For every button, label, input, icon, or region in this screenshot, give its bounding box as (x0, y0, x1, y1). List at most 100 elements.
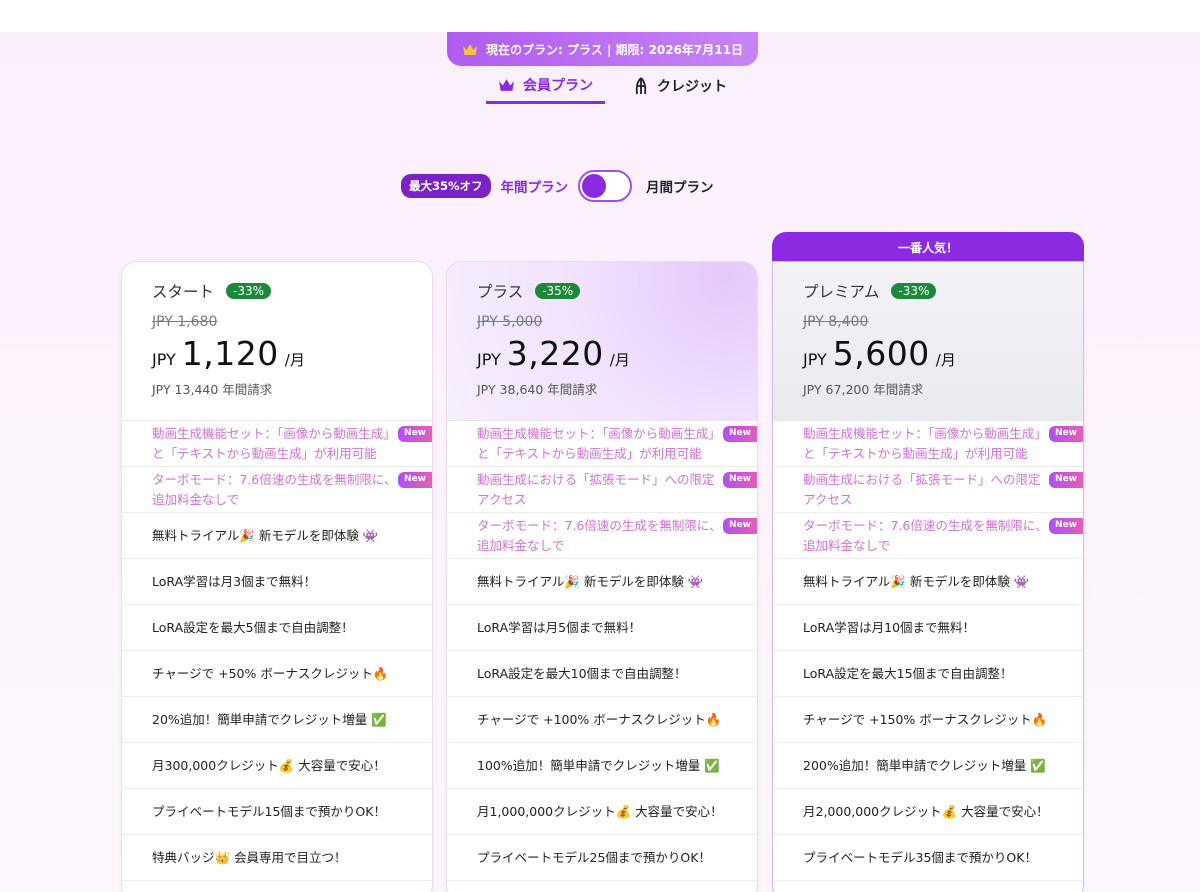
annual-billing: JPY 38,640 年間請求 (477, 382, 598, 397)
current-plan-banner: 現在のプラン: プラス | 期限: 2026年7月11日 (447, 32, 758, 66)
feature-text: 特典バッジ👑 会員専用で目立つ！ (152, 849, 347, 865)
yearly-plan-label[interactable]: 年間プラン (501, 176, 569, 196)
feature-item: ターボモード：7.6倍速の生成を無制限に、追加料金なしで New (122, 467, 432, 513)
feature-item: 動画生成における「拡張モード」への限定アクセス New (447, 467, 757, 513)
feature-text: LoRA学習は月10個まで無料！ (803, 619, 976, 635)
feature-text: ターボモード：7.6倍速の生成を無制限に、追加料金なしで (803, 518, 1048, 553)
feature-item: チャージで +100% ボーナスクレジット🔥 (447, 697, 757, 743)
new-badge: New (398, 472, 432, 488)
feature-text: 月1,000,000クレジット💰 大容量で安心！ (477, 803, 723, 819)
billing-period-switch[interactable] (578, 170, 633, 202)
price-amount: 5,600 (832, 334, 930, 373)
feature-item: LoRA学習は月3個まで無料！ (122, 559, 432, 605)
feature-item: LoRA設定を最大5個まで自由調整！ (122, 605, 432, 651)
monthly-plan-label[interactable]: 月間プラン (646, 176, 714, 196)
plan-card-start: スタート -33% JPY 1,680 JPY 1,120 /月 JPY 13,… (121, 261, 433, 892)
feature-item: 無料トライアル🎉 新モデルを即体験 👾 (773, 559, 1083, 605)
feature-item: 動画生成機能セット：「画像から動画生成」と「テキストから動画生成」が利用可能 N… (122, 421, 432, 467)
feature-text: プライベートモデル15個まで預かりOK！ (152, 803, 386, 819)
feature-item: プライベートモデル15個まで預かりOK！ (122, 789, 432, 835)
popular-badge: 一番人気！ (772, 232, 1084, 262)
annual-billing: JPY 67,200 年間請求 (803, 382, 924, 397)
tab-membership-label: 会員プラン (523, 77, 593, 94)
price-amount: 3,220 (506, 334, 604, 373)
discount-badge: -33% (226, 283, 272, 299)
feature-text: 動画生成における「拡張モード」への限定アクセス (803, 472, 1041, 507)
annual-billing: JPY 13,440 年間請求 (152, 382, 273, 397)
new-badge: New (723, 518, 757, 534)
price-row: JPY 1,120 /月 (152, 334, 402, 373)
feature-text: LoRA設定を最大5個まで自由調整！ (152, 619, 354, 635)
tab-credits[interactable]: クレジット (621, 68, 739, 104)
plan-card-plus: プラス -35% JPY 5,000 JPY 3,220 /月 JPY 38,6… (446, 261, 758, 892)
plan-card-premium: プレミアム -33% JPY 8,400 JPY 5,600 /月 JPY 67… (772, 261, 1084, 892)
feature-text: 動画生成機能セット：「画像から動画生成」と「テキストから動画生成」が利用可能 (477, 426, 721, 461)
tab-credits-label: クレジット (657, 79, 727, 95)
credits-icon (635, 77, 647, 95)
feature-text: 20%追加！簡単申請でクレジット増量 ✅ (152, 711, 387, 727)
currency: JPY (803, 350, 827, 369)
feature-text: 月300,000クレジット💰 大容量で安心！ (152, 757, 386, 773)
feature-text: 動画生成機能セット：「画像から動画生成」と「テキストから動画生成」が利用可能 (803, 426, 1047, 461)
feature-item: 20%追加！簡単申請でクレジット増量 ✅ (122, 697, 432, 743)
original-price: JPY 1,680 (152, 314, 218, 330)
price-row: JPY 3,220 /月 (477, 334, 727, 373)
feature-text: LoRA設定を最大10個まで自由調整！ (477, 665, 687, 681)
new-badge: New (398, 426, 432, 442)
feature-item: 200%追加！簡単申請でクレジット増量 ✅ (773, 743, 1083, 789)
feature-text: ターボモード：7.6倍速の生成を無制限に、追加料金なしで (152, 472, 397, 507)
new-badge: New (1049, 518, 1083, 534)
discount-badge: 最大35%オフ (401, 174, 491, 198)
feature-text: 動画生成機能セット：「画像から動画生成」と「テキストから動画生成」が利用可能 (152, 426, 396, 461)
crown-icon (499, 78, 514, 91)
new-badge: New (723, 472, 757, 488)
price-row: JPY 5,600 /月 (803, 334, 1053, 373)
feature-item: チャージで +150% ボーナスクレジット🔥 (773, 697, 1083, 743)
feature-item: 無料トライアル🎉 新モデルを即体験 👾 (122, 513, 432, 559)
feature-item: 月300,000クレジット💰 大容量で安心！ (122, 743, 432, 789)
feature-item: 動画生成機能セット：「画像から動画生成」と「テキストから動画生成」が利用可能 N… (447, 421, 757, 467)
plan-tabs: 会員プラン クレジット (486, 68, 739, 104)
current-plan-text: 現在のプラン: プラス | 期限: 2026年7月11日 (486, 42, 743, 57)
feature-text: ターボモード：7.6倍速の生成を無制限に、追加料金なしで (477, 518, 722, 553)
feature-item: プライベートモデル35個まで預かりOK！ (773, 835, 1083, 881)
feature-item: 月1,000,000クレジット💰 大容量で安心！ (447, 789, 757, 835)
plan-header: プラス -35% JPY 5,000 JPY 3,220 /月 JPY 38,6… (447, 262, 757, 421)
feature-item: 無料トライアル🎉 新モデルを即体験 👾 (447, 559, 757, 605)
plan-header: プレミアム -33% JPY 8,400 JPY 5,600 /月 JPY 67… (773, 262, 1083, 421)
price-period: /月 (284, 351, 305, 369)
currency: JPY (152, 350, 176, 369)
new-badge: New (723, 426, 757, 442)
feature-item: ターボモード：7.6倍速の生成を無制限に、追加料金なしで New (447, 513, 757, 559)
feature-item: LoRA設定を最大10個まで自由調整！ (447, 651, 757, 697)
feature-item: チャージで +50% ボーナスクレジット🔥 (122, 651, 432, 697)
feature-item: 100%追加！簡単申請でクレジット増量 ✅ (447, 743, 757, 789)
price-period: /月 (609, 351, 630, 369)
feature-text: 無料トライアル🎉 新モデルを即体験 👾 (477, 573, 704, 589)
feature-text: チャージで +150% ボーナスクレジット🔥 (803, 711, 1048, 727)
feature-item: 動画生成機能セット：「画像から動画生成」と「テキストから動画生成」が利用可能 N… (773, 421, 1083, 467)
plan-header: スタート -33% JPY 1,680 JPY 1,120 /月 JPY 13,… (122, 262, 432, 421)
switch-knob (582, 174, 607, 198)
feature-text: LoRA設定を最大15個まで自由調整！ (803, 665, 1013, 681)
price-amount: 1,120 (181, 334, 279, 373)
feature-item: 動画生成における「拡張モード」への限定アクセス New (773, 467, 1083, 513)
feature-text: プライベートモデル25個まで預かりOK！ (477, 849, 711, 865)
feature-text: 200%追加！簡単申請でクレジット増量 ✅ (803, 757, 1046, 773)
new-badge: New (1049, 426, 1083, 442)
tab-membership[interactable]: 会員プラン (486, 68, 605, 104)
price-period: /月 (935, 351, 956, 369)
plan-name: スタート (152, 283, 215, 301)
crown-icon (463, 43, 478, 55)
feature-text: 無料トライアル🎉 新モデルを即体験 👾 (152, 527, 379, 543)
feature-text: 無料トライアル🎉 新モデルを即体験 👾 (803, 573, 1030, 589)
new-badge: New (1049, 472, 1083, 488)
feature-item: プライベートモデル25個まで預かりOK！ (447, 835, 757, 881)
discount-badge: -33% (891, 283, 937, 299)
feature-text: 動画生成における「拡張モード」への限定アクセス (477, 472, 715, 507)
feature-text: 月2,000,000クレジット💰 大容量で安心！ (803, 803, 1049, 819)
currency: JPY (477, 350, 501, 369)
feature-item: ターボモード：7.6倍速の生成を無制限に、追加料金なしで New (773, 513, 1083, 559)
discount-badge: -35% (535, 283, 581, 299)
feature-text: チャージで +100% ボーナスクレジット🔥 (477, 711, 722, 727)
